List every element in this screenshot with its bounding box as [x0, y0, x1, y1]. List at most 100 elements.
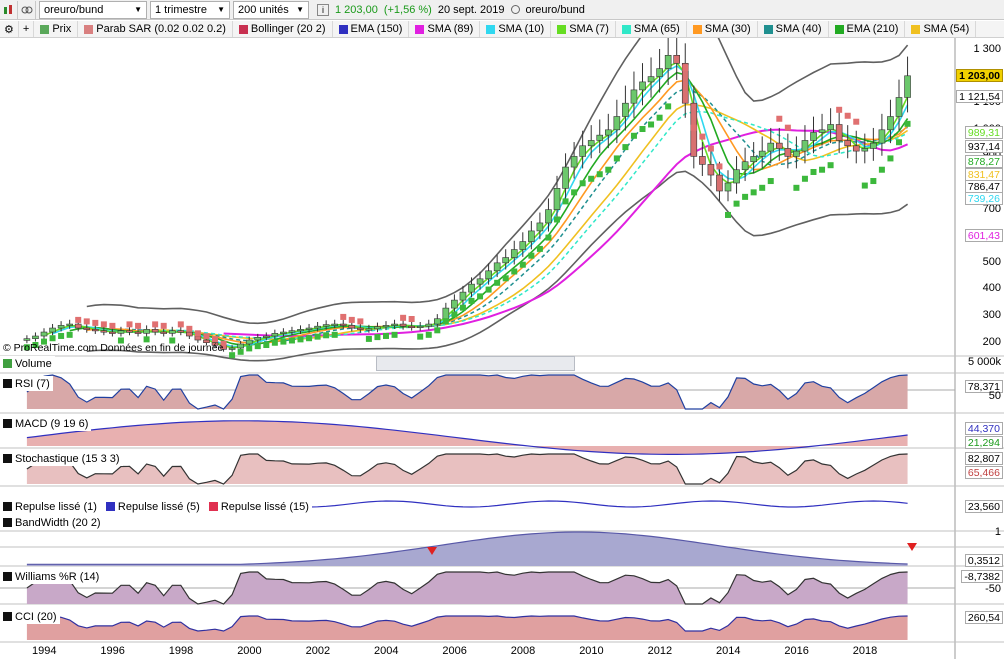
candle-body [596, 134, 604, 141]
candle-body [151, 329, 159, 333]
sar-dot [725, 211, 731, 218]
candle-body [425, 323, 433, 327]
rsi-line-fill [26, 375, 908, 409]
legend-swatch [834, 24, 844, 34]
williams-axis: -50 [985, 583, 1001, 595]
sar-dot [819, 166, 826, 173]
rsi-axis: 50 [988, 390, 1001, 402]
legend-item[interactable]: Bollinger (20 2) [233, 21, 333, 37]
units-label: 200 unités [238, 3, 289, 16]
sma-7-line [43, 61, 909, 349]
legend-swatch [621, 24, 631, 34]
units-dropdown[interactable]: 200 unités ▼ [233, 0, 309, 19]
rsi-panel-label[interactable]: RSI (7) [0, 376, 53, 391]
candle-body [314, 325, 321, 329]
link-icon[interactable] [18, 0, 36, 19]
candle-body [49, 327, 56, 333]
candle-body [382, 325, 390, 328]
candle-body [66, 323, 73, 326]
candle-body [100, 330, 108, 333]
sma-30-line [86, 79, 909, 345]
candle-body [109, 331, 116, 334]
candle-body [664, 55, 672, 69]
year-tick-label: 2006 [442, 645, 467, 657]
year-tick-label: 1996 [100, 645, 125, 657]
candle-body [245, 339, 253, 345]
year-tick-label: 2018 [852, 645, 878, 657]
legend-item[interactable]: Prix [34, 21, 79, 37]
legend-swatch [238, 24, 248, 34]
panel-handle-icon [105, 502, 115, 511]
legend-item[interactable]: SMA (10) [480, 21, 552, 37]
williams-value: -8,7382 [961, 570, 1003, 583]
legend-item[interactable]: SMA (89) [409, 21, 481, 37]
repulse-panel-label[interactable]: Repulse lissé (1) Repulse lissé (5) Repu… [0, 499, 312, 514]
legend-label: SMA (89) [427, 23, 474, 35]
sar-dot [682, 65, 689, 72]
sar-dot [365, 335, 372, 342]
period-dropdown[interactable]: 1 trimestre ▼ [150, 0, 230, 19]
sar-dot [605, 166, 612, 173]
radio-icon[interactable] [510, 5, 520, 14]
stoch-panel-label[interactable]: Stochastique (15 3 3) [0, 451, 123, 466]
scrollbar[interactable] [376, 356, 575, 371]
legend-label: Parab SAR (0.02 0.02 0.2) [96, 23, 226, 35]
legend-item[interactable]: EMA (150) [333, 21, 410, 37]
repulse-label-3: Repulse lissé (15) [220, 500, 309, 513]
legend-item[interactable]: SMA (7) [551, 21, 616, 37]
info-icon[interactable]: i [317, 3, 329, 16]
sar-dot [400, 314, 407, 321]
sar-dot [545, 234, 552, 241]
volume-panel-label[interactable]: Volume [0, 356, 55, 371]
candle-body [775, 142, 783, 149]
sar-dot [699, 133, 706, 140]
sar-dot [844, 112, 851, 119]
macd-panel-label[interactable]: MACD (9 19 6) [0, 416, 92, 431]
price-tag: 1 203,00 [956, 68, 1003, 82]
candle-body [262, 335, 270, 338]
candle-body [750, 156, 757, 163]
legend-item[interactable]: EMA (210) [829, 21, 906, 37]
legend-item[interactable]: SMA (54) [905, 21, 977, 37]
cci-label: CCI (20) [15, 610, 57, 623]
cci-panel-label[interactable]: CCI (20) [0, 609, 60, 624]
sar-dot [306, 335, 313, 342]
price-tag: 937,14 [964, 139, 1003, 153]
chart-type-icon[interactable] [0, 0, 18, 19]
legend-item[interactable]: SMA (65) [616, 21, 687, 37]
sar-dot [648, 121, 655, 128]
candle-body [827, 124, 834, 131]
candle-body [476, 278, 484, 285]
candle-body [57, 325, 65, 329]
sar-dot [579, 180, 586, 187]
candle-body [143, 329, 150, 334]
add-indicator-button[interactable]: + [19, 21, 35, 37]
stoch-value: 82,807 [964, 452, 1003, 465]
candle-body [339, 323, 347, 326]
candle-body [767, 142, 775, 152]
sar-dot [160, 322, 167, 329]
candle-body [844, 140, 852, 147]
bandwidth-panel-label[interactable]: BandWidth (20 2) [0, 515, 104, 530]
sar-dot [742, 193, 749, 200]
candle-body [433, 318, 441, 325]
legend-item[interactable]: Parab SAR (0.02 0.02 0.2) [78, 21, 233, 37]
legend-item[interactable]: SMA (40) [758, 21, 829, 37]
sar-dot [690, 124, 697, 131]
candle-body [630, 89, 638, 104]
sar-dot [425, 331, 432, 338]
williams-panel-label[interactable]: Williams %R (14) [0, 569, 103, 584]
candle-body [177, 330, 185, 333]
candle-body [74, 323, 82, 329]
legend-item[interactable]: SMA (30) [687, 21, 758, 37]
sar-dot [323, 332, 330, 339]
candle-body [570, 156, 578, 168]
sar-dot [459, 304, 466, 311]
legend-label: SMA (40) [775, 23, 822, 35]
sar-dot [733, 200, 740, 207]
sar-dot [759, 184, 766, 191]
settings-icon[interactable]: ⚙ [0, 21, 19, 37]
year-tick-label: 1994 [32, 645, 57, 657]
symbol-dropdown[interactable]: oreuro/bund ▼ [39, 0, 147, 19]
candle-body [784, 148, 792, 157]
